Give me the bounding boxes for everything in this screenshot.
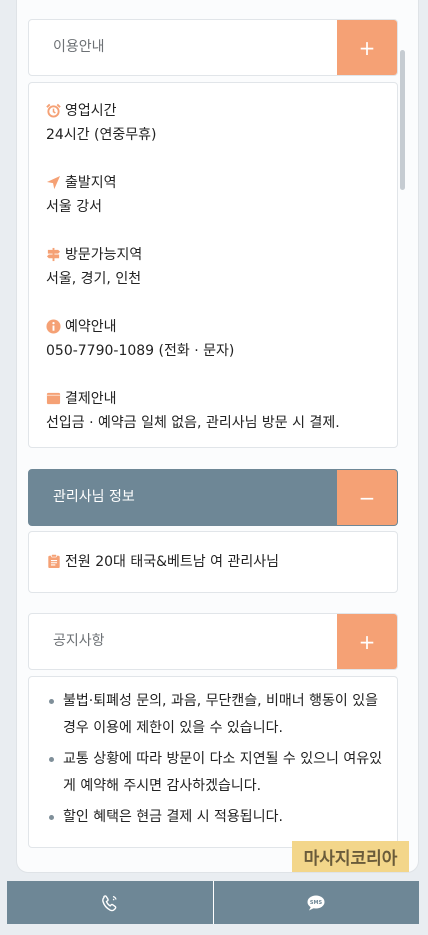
service-area-value: 서울, 경기, 인천 [46,271,142,287]
reservation-phone[interactable]: 050-7790-1089 (전화 · 문자) [46,340,234,360]
usage-title: 이용안내 [53,39,105,55]
notice-title: 공지사항 [53,633,105,649]
svg-text:SMS: SMS [310,900,323,906]
scrollbar[interactable] [400,50,405,190]
bottom-action-bar: SMS [7,881,419,924]
notice-expand-button[interactable]: + [337,614,397,669]
departure-area-item: 출발지역 서울 강서 [46,172,117,216]
manager-accordion-header[interactable]: 관리사님 정보 − [28,469,398,526]
reservation-label: 예약안내 [65,319,117,335]
sms-bubble-icon: SMS [307,895,325,910]
service-area-label: 방문가능지역 [65,247,143,263]
phone-ring-icon [101,894,117,911]
payment-value: 선입금 · 예약금 일체 없음, 관리사님 방문 시 결제. [46,415,340,431]
departure-area-label: 출발지역 [65,175,117,191]
business-hours-label: 영업시간 [65,103,117,119]
alarm-clock-icon [46,103,61,118]
signpost-icon [46,247,61,261]
notice-item: 불법·퇴폐성 문의, 과음, 무단캔슬, 비매너 행동이 있을 경우 이용에 제… [48,688,388,742]
manager-collapse-button[interactable]: − [337,470,397,525]
info-circle-icon [46,318,61,334]
usage-expand-button[interactable]: + [337,20,397,75]
call-button[interactable] [7,881,213,924]
service-area-item: 방문가능지역 서울, 경기, 인천 [46,244,142,288]
payment-item: 결제안내 선입금 · 예약금 일체 없음, 관리사님 방문 시 결제. [46,388,340,432]
sms-button[interactable]: SMS [212,881,420,924]
notice-list: 불법·퇴폐성 문의, 과음, 무단캔슬, 비매너 행동이 있을 경우 이용에 제… [48,688,388,835]
notice-item: 할인 혜택은 현금 결제 시 적용됩니다. [48,804,388,831]
departure-area-value: 서울 강서 [46,199,102,215]
clipboard-icon [48,554,60,568]
notice-panel: 불법·퇴폐성 문의, 과음, 무단캔슬, 비매너 행동이 있을 경우 이용에 제… [28,676,398,848]
manager-panel: 전원 20대 태국&베트남 여 관리사님 [28,531,398,593]
wallet-icon [46,392,61,404]
notice-item: 교통 상황에 따라 방문이 다소 지연될 수 있으니 여유있게 예약해 주시면 … [48,746,388,800]
notice-accordion-header[interactable]: 공지사항 + [28,613,398,670]
manager-info-text: 전원 20대 태국&베트남 여 관리사님 [65,554,279,570]
manager-title: 관리사님 정보 [53,489,135,505]
business-hours-value: 24시간 (연중무휴) [46,127,157,143]
location-arrow-icon [46,175,61,189]
usage-accordion-header[interactable]: 이용안내 + [28,19,398,76]
reservation-item: 예약안내 050-7790-1089 (전화 · 문자) [46,316,234,360]
payment-label: 결제안내 [65,391,117,407]
watermark: 마사지코리아 [292,841,409,872]
usage-panel: 영업시간 24시간 (연중무휴) 출발지역 서울 강서 방문가능지역 서울, 경… [28,82,398,448]
business-hours-item: 영업시간 24시간 (연중무휴) [46,100,156,144]
